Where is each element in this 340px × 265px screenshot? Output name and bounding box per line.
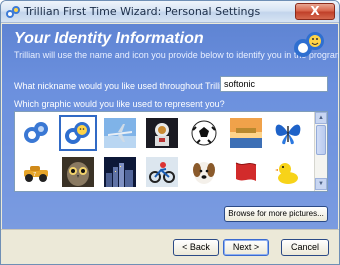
picture-option[interactable] [269,115,307,151]
blue-butterfly-icon [272,118,304,148]
jet-plane-icon [104,118,136,148]
picture-option[interactable] [17,115,55,151]
picture-option[interactable] [101,115,139,151]
city-skyline-icon [104,157,136,187]
picture-option[interactable] [185,154,223,190]
svg-text:7: 7 [33,172,36,178]
picture-option[interactable] [185,115,223,151]
picture-option[interactable] [143,115,181,151]
wizard-window: Trillian First Time Wizard: Personal Set… [0,0,340,265]
soccer-ball-icon [188,118,220,148]
graphic-label: Which graphic would you like used to rep… [14,99,225,109]
picture-option[interactable] [227,115,265,151]
browse-pictures-button[interactable]: Browse for more pictures... [224,206,328,222]
dog-icon [188,157,220,187]
title-bar: Trillian First Time Wizard: Personal Set… [1,1,339,23]
scroll-up-button[interactable]: ▲ [315,112,327,124]
next-button[interactable]: Next > [223,239,269,256]
picture-option[interactable] [143,154,181,190]
picture-option[interactable] [59,154,97,190]
beach-sunset-icon [230,118,262,148]
trillian-app-icon [6,6,20,18]
close-button[interactable]: X [295,3,335,20]
scroll-thumb[interactable] [316,125,326,155]
picture-option[interactable] [101,154,139,190]
picture-option[interactable] [59,115,97,151]
trillian-smiley-icon [62,118,94,148]
trillian-logo-icon [294,32,324,57]
red-ribbon-icon [230,157,262,187]
picture-grid: 7 [15,112,315,191]
picture-option[interactable] [227,154,265,190]
page-title: Your Identity Information [14,30,204,47]
back-button[interactable]: < Back [173,239,219,256]
identity-panel: Your Identity Information Trillian will … [2,24,339,229]
scroll-down-button[interactable]: ▼ [315,178,327,190]
motocross-bike-icon [146,157,178,187]
trillian-blue-icon [20,118,52,148]
picture-option[interactable]: 7 [17,154,55,190]
nickname-input[interactable] [220,76,328,92]
window-title: Trillian First Time Wizard: Personal Set… [24,5,261,18]
picture-gallery: 7 ▲ ▼ [14,111,328,192]
gallery-scrollbar[interactable]: ▲ ▼ [314,112,327,191]
footer-divider [1,229,339,230]
astronaut-icon [146,118,178,148]
cancel-button[interactable]: Cancel [281,239,329,256]
toy-race-car-icon: 7 [20,157,52,187]
nickname-label: What nickname would you like used throug… [14,81,237,91]
picture-option[interactable] [269,154,307,190]
rubber-duck-icon [272,157,304,187]
owl-icon [62,157,94,187]
